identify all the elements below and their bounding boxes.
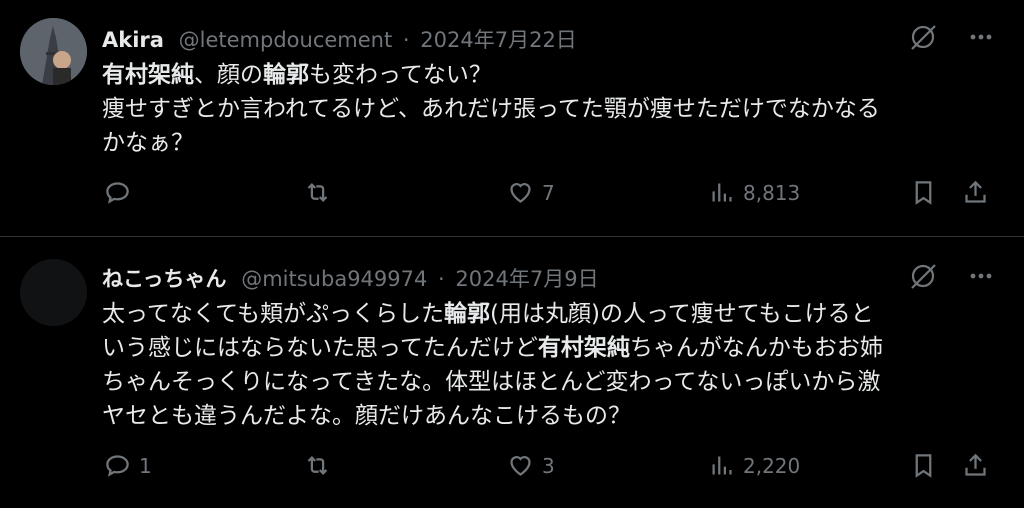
text-line: ちゃんそっくりになってきたな。体型はほとんど変わってないっぽいから激: [102, 369, 881, 395]
display-name[interactable]: ねこっちゃん: [102, 267, 227, 291]
text-segment: ちゃんがなんかもおお姉: [629, 335, 883, 361]
avatar[interactable]: [20, 259, 87, 326]
reply-button[interactable]: 1: [104, 452, 152, 479]
bookmark-icon: [915, 454, 932, 478]
text-segment: も変わってない？: [309, 62, 492, 88]
action-bar: 7 8,813: [0, 179, 1024, 219]
text-line: かなぁ？: [102, 130, 194, 156]
text-segment: (用は丸顔)の人って痩せてもこけると: [490, 301, 874, 327]
user-handle[interactable]: @letempdoucement: [179, 28, 393, 52]
share-icon: [965, 180, 986, 203]
tweet-header: Akira @letempdoucement · 2024年7月22日: [102, 24, 577, 54]
text-line: 痩せすぎとか言われてるけど、あれだけ張ってた顎が痩せただけでなかなる: [102, 96, 880, 122]
display-name[interactable]: Akira: [102, 28, 164, 52]
views-icon: [712, 183, 732, 202]
views-button[interactable]: 2,220: [708, 452, 800, 479]
separator: ·: [402, 28, 410, 52]
tweet[interactable]: ねこっちゃん @mitsuba949974 · 2024年7月9日 太ってなくて…: [0, 237, 1024, 508]
text-line: ヤセとも違うんだよな。顔だけあんなこけるもの？: [102, 403, 631, 429]
share-button[interactable]: [962, 452, 989, 479]
timestamp[interactable]: 2024年7月9日: [455, 267, 598, 291]
bookmark-button[interactable]: [910, 179, 937, 206]
like-button[interactable]: 7: [507, 179, 555, 206]
view-count: 8,813: [743, 180, 801, 205]
retweet-icon: [307, 183, 328, 202]
views-icon: [712, 456, 732, 475]
reply-icon: [106, 455, 129, 477]
more-icon[interactable]: [966, 22, 996, 52]
reply-count: 1: [139, 453, 152, 478]
avatar-image: [20, 18, 87, 85]
share-button[interactable]: [962, 179, 989, 206]
views-button[interactable]: 8,813: [708, 179, 800, 206]
highlight-keyword[interactable]: 輪郭: [263, 62, 309, 88]
retweet-button[interactable]: [304, 179, 339, 206]
text-segment: いう感じにはならないた思ってたんだけど: [102, 335, 538, 361]
action-bar: 1 3 2,220: [0, 452, 1024, 492]
highlight-keyword[interactable]: 有村架純: [538, 335, 630, 361]
reply-icon: [106, 182, 129, 204]
text-segment: 太ってなくても頬がぷっくらした: [102, 301, 445, 327]
heart-icon: [510, 456, 531, 476]
grok-icon[interactable]: [908, 22, 938, 52]
retweet-button[interactable]: [304, 452, 339, 479]
reply-button[interactable]: [104, 179, 139, 206]
like-count: 7: [542, 180, 555, 205]
timestamp[interactable]: 2024年7月22日: [420, 28, 577, 52]
share-icon: [965, 453, 986, 476]
heart-icon: [510, 183, 531, 203]
avatar[interactable]: [20, 18, 87, 85]
grok-icon[interactable]: [908, 261, 938, 291]
tweet[interactable]: Akira @letempdoucement · 2024年7月22日 有村架純…: [0, 0, 1024, 237]
top-actions: [908, 261, 996, 291]
bookmark-icon: [915, 181, 932, 205]
bookmark-button[interactable]: [910, 452, 937, 479]
separator: ·: [438, 267, 445, 291]
retweet-icon: [307, 456, 328, 475]
like-count: 3: [542, 453, 555, 478]
tweet-text: 太ってなくても頬がぷっくらした輪郭(用は丸顔)の人って痩せてもこけると いう感じ…: [102, 297, 992, 433]
tweet-header: ねこっちゃん @mitsuba949974 · 2024年7月9日: [102, 263, 599, 293]
like-button[interactable]: 3: [507, 452, 555, 479]
top-actions: [908, 22, 996, 52]
tweet-text: 有村架純、顔の輪郭も変わってない？ 痩せすぎとか言われてるけど、あれだけ張ってた…: [102, 58, 992, 160]
highlight-keyword[interactable]: 有村架純: [102, 62, 194, 88]
view-count: 2,220: [743, 453, 801, 478]
text-segment: 、顔の: [194, 62, 263, 88]
highlight-keyword[interactable]: 輪郭: [444, 301, 490, 327]
more-icon[interactable]: [966, 261, 996, 291]
user-handle[interactable]: @mitsuba949974: [241, 267, 427, 291]
